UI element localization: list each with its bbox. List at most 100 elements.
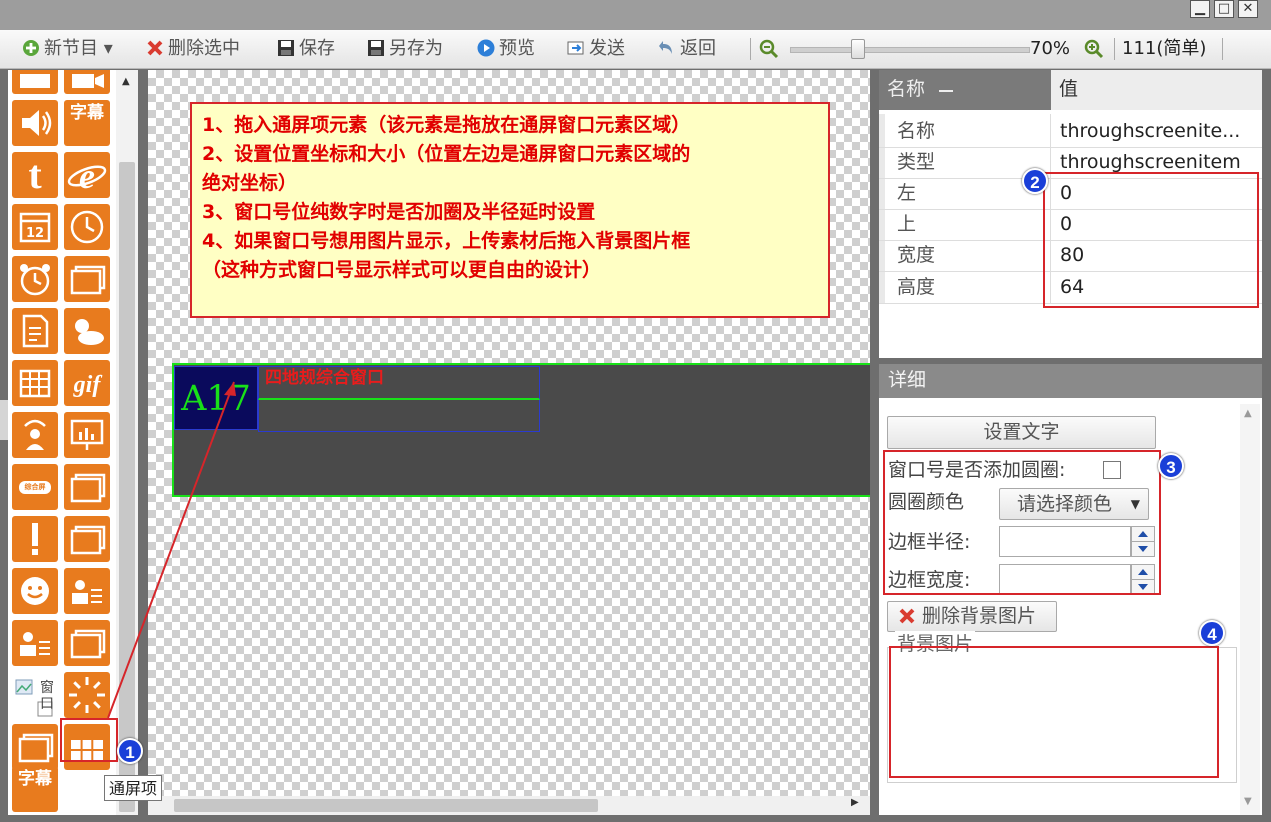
program-name: 111(简单) (1122, 38, 1207, 59)
window-content-item[interactable] (258, 400, 540, 432)
delete-icon (147, 40, 163, 56)
broken-image-label: 窗口 (40, 680, 54, 712)
window-title: 四地规综合窗口 (265, 368, 384, 388)
highlight-box-3 (883, 450, 1161, 595)
folder-icon (70, 525, 106, 555)
table-tile[interactable] (12, 360, 58, 406)
tooltip: 通屏项 (104, 775, 163, 801)
palette-scrollbar-thumb[interactable] (119, 162, 135, 812)
send-icon (567, 41, 584, 55)
exclamation-icon (32, 523, 38, 555)
clock-tile[interactable] (64, 204, 110, 250)
gif-tile[interactable]: gif (64, 360, 110, 406)
spinner-icon (69, 677, 105, 713)
sort-icon[interactable] (939, 90, 953, 92)
calendar-icon: 12 (19, 212, 51, 243)
window-tile-3[interactable] (64, 516, 110, 562)
window-number: A17 (181, 379, 251, 419)
window-tile-5[interactable] (12, 724, 58, 770)
weather-tile[interactable] (64, 308, 110, 354)
zoom-slider[interactable] (790, 47, 1030, 53)
save-button[interactable]: 保存 (277, 38, 335, 60)
window-tile[interactable] (64, 256, 110, 302)
alert-tile[interactable] (12, 516, 58, 562)
props-header-name-cell: 名称 (879, 70, 1051, 110)
badge-2: 2 (1022, 168, 1048, 194)
detail-panel: 详细 ▲ ▼ 设置文字 窗口号是否添加圆圈: 圆圈颜色 请选择颜色 ▼ 边框半径… (879, 364, 1262, 815)
svg-text:e: e (79, 156, 95, 196)
palette-scrollbar[interactable]: ▲ (116, 70, 138, 815)
smiley-icon (21, 577, 49, 605)
maximize-icon[interactable]: □ (1214, 0, 1234, 18)
detail-scrollbar[interactable]: ▲ ▼ (1240, 404, 1260, 815)
loading-tile[interactable] (64, 672, 110, 718)
subtitle-tile-2[interactable]: 字幕 (12, 766, 58, 812)
add-icon (23, 40, 39, 56)
annotation-line-4: 3、窗口号位纯数字时是否加圈及半径延时设置 (202, 201, 596, 223)
canvas-scrollbar[interactable]: ▶ (148, 796, 870, 815)
alarm-clock-icon (20, 264, 50, 296)
highlight-box-2 (1043, 172, 1259, 308)
broken-image-tile[interactable]: 窗口 (12, 672, 58, 718)
save-as-button[interactable]: 另存为 (367, 38, 443, 60)
chart-tile[interactable] (64, 412, 110, 458)
send-button[interactable]: 发送 (567, 38, 625, 60)
speaker-icon (22, 110, 52, 136)
signal-person-icon (24, 419, 46, 450)
svg-text:12: 12 (26, 226, 44, 241)
queue-tile[interactable] (12, 412, 58, 458)
folder-icon (70, 473, 106, 503)
prop-row-name[interactable]: 名称 throughscreenite... (879, 116, 1262, 147)
left-splitter[interactable] (0, 400, 8, 440)
annotation-line-5: 4、如果窗口号想用图片显示，上传素材后拖入背景图片框 (202, 230, 691, 252)
delete-selected-button[interactable]: 删除选中 (146, 38, 240, 60)
set-text-button[interactable]: 设置文字 (887, 416, 1156, 449)
delete-bg-button[interactable]: 删除背景图片 (887, 601, 1057, 632)
new-program-button[interactable]: 新节目 ▾ (22, 38, 113, 60)
emoji-tile[interactable] (12, 568, 58, 614)
back-button[interactable]: 返回 (658, 38, 716, 60)
close-icon[interactable]: ✕ (1238, 0, 1258, 18)
canvas-scrollbar-thumb[interactable] (174, 799, 598, 812)
window-title-item[interactable]: 四地规综合窗口 (258, 366, 540, 400)
text-tile[interactable]: t (12, 152, 58, 198)
audio-tile[interactable] (12, 100, 58, 146)
annotation-line-3: 绝对坐标） (202, 172, 298, 194)
folder-icon (70, 629, 106, 659)
annotation-line-1: 1、拖入通屏项元素（该元素是拖放在通屏窗口元素区域） (202, 114, 691, 136)
annotation-line-6: （这种方式窗口号显示样式可以更自由的设计） (202, 259, 602, 281)
table-icon (19, 369, 51, 398)
props-header-value: 值 (1059, 78, 1079, 100)
play-icon (477, 39, 495, 57)
zoom-out-icon[interactable] (758, 38, 780, 60)
zoom-in-icon[interactable] (1083, 38, 1105, 60)
video-tile[interactable] (12, 70, 58, 94)
staff-tile-2[interactable] (12, 620, 58, 666)
composite-screen-tile[interactable]: 综合屏 (12, 464, 58, 510)
window-number-item[interactable]: A17 (174, 366, 258, 430)
annotation-line-2: 2、设置位置坐标和大小（位置左边是通屏窗口元素区域的 (202, 143, 691, 165)
detail-header: 详细 (879, 364, 1262, 398)
calendar-tile[interactable]: 12 (12, 204, 58, 250)
zoom-level: 70% (1030, 38, 1071, 59)
annotation-callout: 1、拖入通屏项元素（该元素是拖放在通屏窗口元素区域） 2、设置位置坐标和大小（位… (190, 102, 830, 318)
save-icon (278, 40, 294, 56)
pointer-arrow (107, 381, 236, 719)
presentation-icon (70, 419, 104, 450)
design-canvas[interactable]: 1、拖入通屏项元素（该元素是拖放在通屏窗口元素区域） 2、设置位置坐标和大小（位… (107, 70, 870, 796)
preview-button[interactable]: 预览 (477, 38, 535, 60)
window-tile-4[interactable] (64, 620, 110, 666)
zoom-slider-handle[interactable] (851, 39, 865, 59)
document-tile[interactable] (12, 308, 58, 354)
alarm-tile[interactable] (12, 256, 58, 302)
subtitle-tile[interactable]: 字幕 (64, 100, 110, 146)
window-titlebar: ▁ □ ✕ (0, 0, 1271, 30)
props-header-name: 名称 (887, 78, 926, 100)
weather-icon (75, 319, 104, 345)
composite-screen-label: 综合屏 (24, 483, 46, 491)
window-tile-2[interactable] (64, 464, 110, 510)
minimize-icon[interactable]: ▁ (1190, 0, 1210, 18)
web-tile[interactable]: e (64, 152, 110, 198)
camera-tile[interactable] (64, 70, 110, 94)
staff-tile[interactable] (64, 568, 110, 614)
